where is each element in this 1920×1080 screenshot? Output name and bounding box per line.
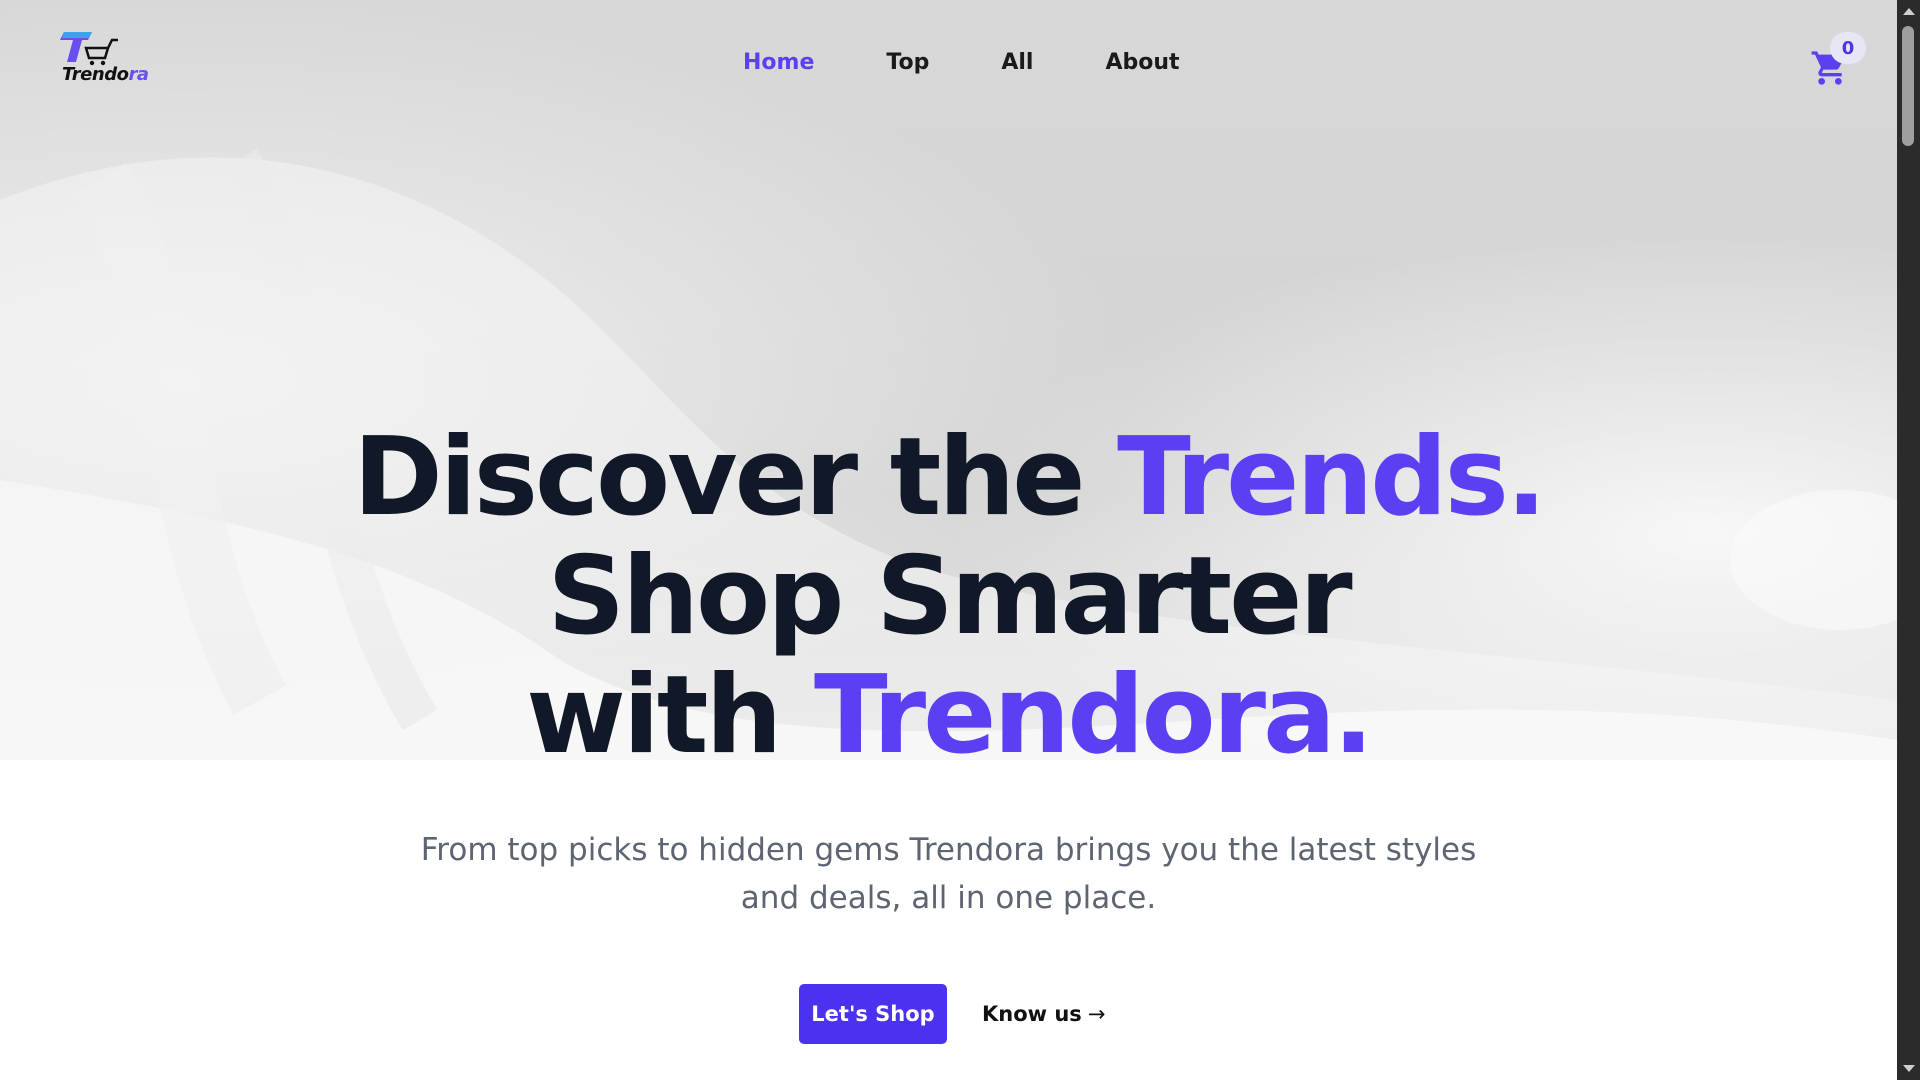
logo-wordmark-main: Trendo (62, 64, 129, 85)
page-scrollbar[interactable] (1897, 0, 1920, 1080)
logo-cart-icon (60, 32, 118, 66)
hero-line-1-text: Discover the (353, 415, 1118, 540)
hero-line-3: with Trendora. (0, 656, 1897, 775)
hero-line-2: Shop Smarter (0, 537, 1897, 656)
nav-link-all[interactable]: All (1001, 50, 1033, 75)
brand-logo[interactable]: Trendora (58, 26, 149, 88)
hero-subtitle: From top picks to hidden gems Trendora b… (420, 832, 1477, 916)
hero-line-1: Discover the Trends. (0, 418, 1897, 537)
logo-wordmark: Trendora (62, 64, 149, 85)
know-us-link[interactable]: Know us → (982, 998, 1105, 1030)
hero-line-3-accent: Trendora. (814, 653, 1374, 778)
arrow-right-icon: → (1087, 1002, 1106, 1026)
hero-line-2-text: Shop Smarter (547, 534, 1352, 659)
hero-heading: Discover the Trends. Shop Smarter with T… (0, 418, 1897, 775)
nav-link-about[interactable]: About (1105, 50, 1179, 75)
scroll-up-arrow-icon[interactable] (1903, 8, 1915, 15)
lets-shop-button[interactable]: Let's Shop (799, 984, 947, 1044)
cart-count-badge: 0 (1830, 32, 1866, 64)
nav-link-home[interactable]: Home (743, 50, 814, 75)
logo-wordmark-accent: ra (128, 64, 149, 85)
hero-line-3-text: with (526, 653, 815, 778)
navbar: Trendora Home Top All About 0 (0, 0, 1897, 130)
page-viewport: Trendora Home Top All About 0 Discover t… (0, 0, 1897, 1080)
nav-links: Home Top All About (743, 50, 1252, 75)
hero-line-1-accent: Trends. (1117, 415, 1547, 540)
scroll-down-arrow-icon[interactable] (1903, 1065, 1915, 1072)
nav-link-top[interactable]: Top (886, 50, 929, 75)
know-us-label: Know us (982, 1002, 1082, 1026)
scrollbar-thumb[interactable] (1902, 26, 1914, 146)
